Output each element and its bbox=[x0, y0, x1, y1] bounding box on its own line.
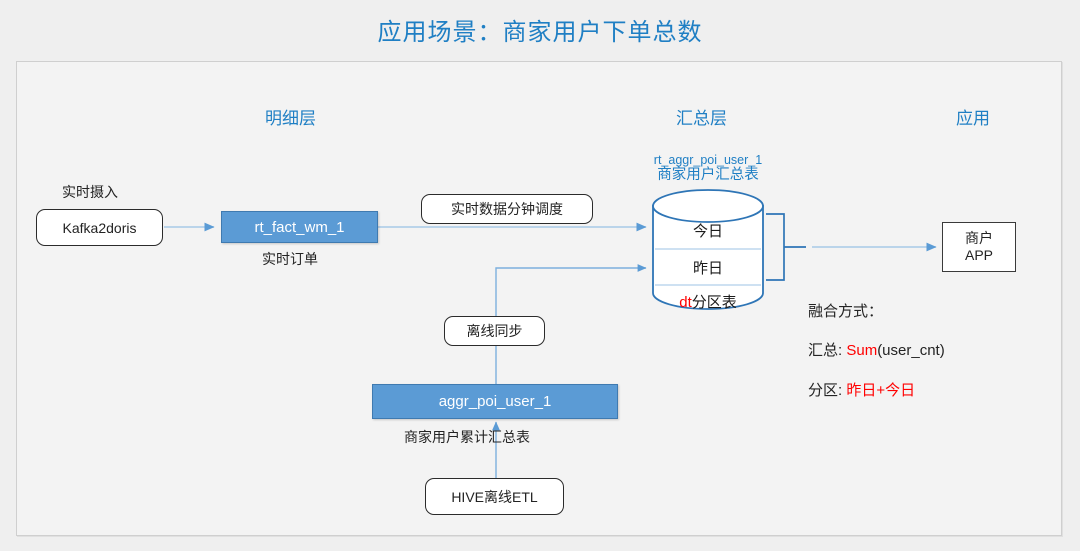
realtime-schedule-note[interactable]: 实时数据分钟调度 bbox=[421, 194, 593, 224]
kafka2doris-node[interactable]: Kafka2doris bbox=[36, 209, 163, 246]
summary-table-caption: rt_aggr_poi_user_1 商家用户汇总表 bbox=[608, 153, 808, 184]
ingest-label: 实时摄入 bbox=[62, 184, 118, 200]
fusion-sum-args: (user_cnt) bbox=[877, 342, 945, 359]
realtime-schedule-label: 实时数据分钟调度 bbox=[451, 201, 563, 217]
kafka2doris-label: Kafka2doris bbox=[62, 219, 137, 236]
fusion-partition-row: 分区: 昨日+今日 bbox=[808, 379, 915, 400]
fusion-sum-row: 汇总: Sum(user_cnt) bbox=[808, 339, 945, 360]
fusion-partition-value: 昨日+今日 bbox=[846, 382, 916, 399]
rt-fact-wm-caption: 实时订单 bbox=[262, 251, 318, 267]
layer-label-detail: 明细层 bbox=[265, 109, 316, 128]
fusion-sum-fn: Sum bbox=[846, 342, 878, 359]
aggr-poi-user-node[interactable]: aggr_poi_user_1 bbox=[372, 384, 618, 419]
cylinder-row-today: 今日 bbox=[692, 223, 723, 240]
cylinder-row-yesterday: 昨日 bbox=[692, 260, 723, 277]
aggr-poi-user-label: aggr_poi_user_1 bbox=[438, 393, 552, 410]
aggr-poi-user-caption: 商家用户累计汇总表 bbox=[404, 429, 530, 445]
rt-fact-wm-label: rt_fact_wm_1 bbox=[254, 218, 345, 236]
merchant-app-node[interactable]: 商户 APP bbox=[942, 222, 1016, 272]
fusion-heading: 融合方式： bbox=[808, 303, 884, 320]
merchant-app-line2: APP bbox=[964, 247, 993, 263]
diagram-canvas: 应用场景：商家用户下单总数 明细层 汇总层 应用 实时摄入 Kafka2dori… bbox=[0, 0, 1080, 551]
page-title: 应用场景：商家用户下单总数 bbox=[377, 19, 703, 46]
summary-table-name: rt_aggr_poi_user_1 bbox=[653, 153, 763, 167]
fusion-sum-label: 汇总: bbox=[808, 342, 847, 359]
hive-offline-etl-node[interactable]: HIVE离线ETL bbox=[425, 478, 564, 515]
diagram-panel bbox=[16, 61, 1062, 536]
partition-suffix: 分区表 bbox=[691, 294, 737, 311]
offline-sync-label: 离线同步 bbox=[466, 323, 523, 339]
partition-prefix: dt bbox=[679, 294, 692, 311]
layer-label-summary: 汇总层 bbox=[676, 109, 727, 128]
rt-fact-wm-node[interactable]: rt_fact_wm_1 bbox=[221, 211, 378, 243]
summary-table-cn-name: 商家用户汇总表 bbox=[657, 167, 759, 184]
offline-sync-note[interactable]: 离线同步 bbox=[444, 316, 545, 346]
merchant-app-line1: 商户 bbox=[965, 229, 993, 246]
layer-label-application: 应用 bbox=[956, 109, 990, 128]
fusion-partition-label: 分区: bbox=[808, 382, 847, 399]
hive-offline-etl-label: HIVE离线ETL bbox=[451, 488, 538, 505]
cylinder-row-partition: dt分区表 bbox=[653, 291, 763, 312]
